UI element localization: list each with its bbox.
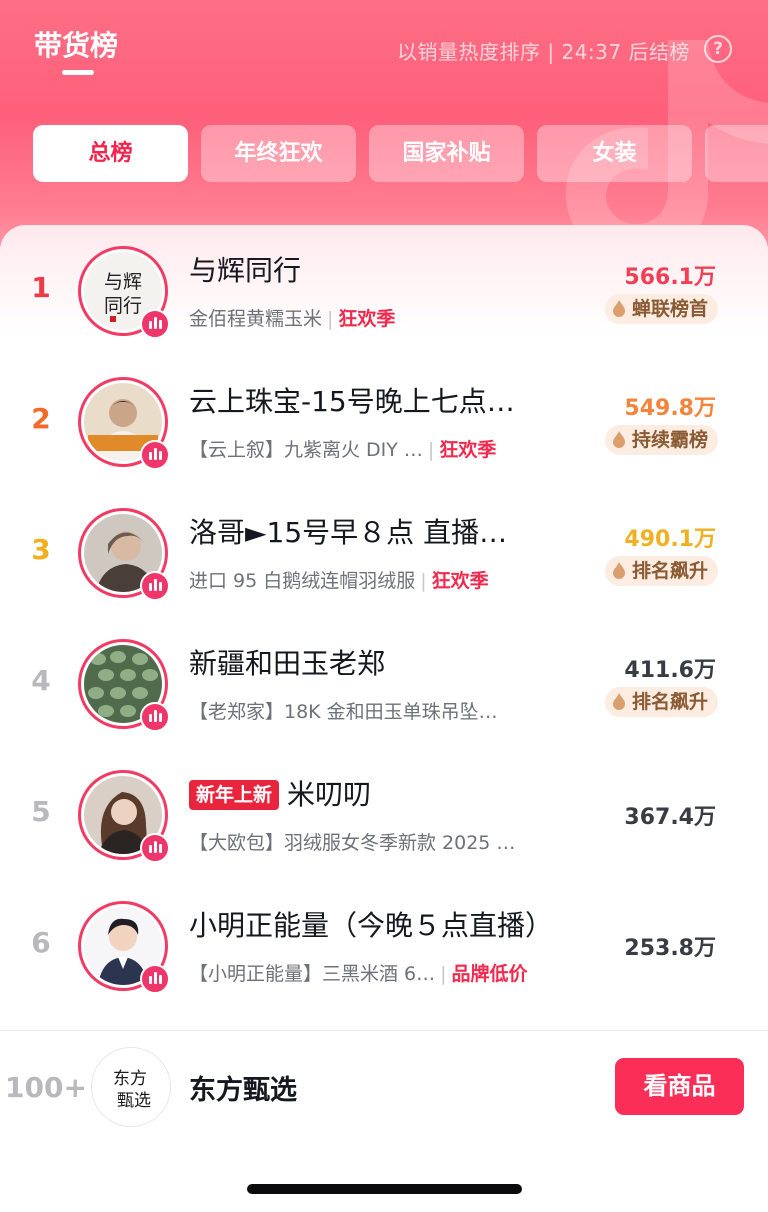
price-tag: 品牌低价 bbox=[451, 963, 528, 985]
footer-avatar[interactable]: 东方 甄选 bbox=[91, 1047, 171, 1127]
product-info: 【小明正能量】三黑米酒 6… | 品牌低价 bbox=[189, 959, 589, 986]
tab-year-end-carnival[interactable]: 年终狂欢 bbox=[201, 125, 356, 182]
divider: | bbox=[427, 439, 435, 461]
ranking-list: 1 与辉 同行 与辉同行 金佰程黄糯玉米|狂欢季 566.1万 蝉联榜首 2 bbox=[0, 225, 768, 1011]
svg-text:东方: 东方 bbox=[113, 1069, 147, 1089]
rank-status-badge: 排名飙升 bbox=[604, 687, 718, 717]
live-icon bbox=[140, 571, 170, 601]
rank-number: 4 bbox=[31, 664, 51, 697]
live-icon bbox=[140, 309, 170, 339]
rank-number: 3 bbox=[31, 533, 51, 566]
ranking-row[interactable]: 3 洛哥►15号早８点 直播… 进口 95 白鹅绒连帽羽绒服 | 狂欢季 490.1… bbox=[0, 487, 768, 618]
streamer-name: 米叨叨 bbox=[287, 778, 372, 811]
flame-icon bbox=[612, 300, 625, 317]
flame-icon bbox=[612, 562, 625, 579]
category-tabs: 总榜年终狂欢国家补贴女装珠 bbox=[33, 125, 768, 183]
product-name: 【云上叙】九紫离火 DIY … bbox=[189, 439, 423, 461]
footer-streamer-name: 东方甄选 bbox=[189, 1075, 297, 1106]
rank-status-badge: 蝉联榜首 bbox=[604, 294, 718, 324]
badge-label: 排名飙升 bbox=[631, 691, 708, 713]
sales-heat-value: 566.1万 bbox=[624, 265, 716, 290]
page-title: 带货榜 bbox=[34, 29, 119, 62]
svg-text:同行: 同行 bbox=[104, 295, 142, 317]
live-icon bbox=[140, 833, 170, 863]
product-info: 进口 95 白鹅绒连帽羽绒服 | 狂欢季 bbox=[189, 566, 589, 593]
event-tag: 狂欢季 bbox=[439, 439, 497, 461]
view-products-button[interactable]: 看商品 bbox=[615, 1058, 744, 1115]
product-name: 【大欧包】羽绒服女冬季新款 2025 … bbox=[189, 832, 516, 854]
help-icon[interactable]: ? bbox=[704, 35, 732, 63]
product-name: 进口 95 白鹅绒连帽羽绒服 bbox=[189, 570, 416, 592]
product-name: 金佰程黄糯玉米 bbox=[189, 308, 323, 330]
dongfang-logo: 东方 甄选 bbox=[92, 1048, 170, 1126]
product-info: 【云上叙】九紫离火 DIY … | 狂欢季 bbox=[189, 435, 589, 462]
my-rank-footer: 100+ 东方 甄选 东方甄选 看商品 bbox=[0, 1031, 768, 1146]
streamer-name: 与辉同行 bbox=[189, 254, 302, 287]
tab-national-subsidy[interactable]: 国家补贴 bbox=[369, 125, 524, 182]
streamer-name-line: 新年上新 米叨叨 bbox=[189, 773, 579, 813]
ranking-row[interactable]: 5 新年上新 米叨叨 【大欧包】羽绒服女冬季新款 2025 … 367.4万 bbox=[0, 749, 768, 880]
divider: | bbox=[420, 570, 427, 592]
svg-text:甄选: 甄选 bbox=[117, 1091, 151, 1111]
event-tag: 狂欢季 bbox=[431, 570, 489, 592]
live-icon bbox=[140, 440, 170, 470]
title-underline bbox=[62, 70, 94, 75]
flame-icon bbox=[612, 693, 625, 710]
sales-heat-value: 411.6万 bbox=[624, 658, 716, 683]
streamer-name: 云上珠宝-15号晚上七点… bbox=[189, 385, 515, 418]
ranking-row[interactable]: 2 云上珠宝-15号晚上七点… 【云上叙】九紫离火 DIY … | 狂欢季 549.… bbox=[0, 356, 768, 487]
ranking-row[interactable]: 6 小明正能量（今晚５点直播） 【小明正能量】三黑米酒 6… | 品牌低价 253.… bbox=[0, 880, 768, 1011]
streamer-name: 小明正能量（今晚５点直播） bbox=[189, 909, 554, 942]
product-info: 金佰程黄糯玉米 | 狂欢季 bbox=[189, 304, 589, 331]
home-indicator[interactable] bbox=[247, 1184, 522, 1194]
rank-status-badge: 持续霸榜 bbox=[604, 425, 718, 455]
sales-heat-value: 253.8万 bbox=[624, 936, 716, 961]
live-icon bbox=[140, 702, 170, 732]
ranking-rule-note: 以销量热度排序 | 24:37 后结榜 bbox=[397, 40, 690, 64]
rank-status-badge: 排名飙升 bbox=[604, 556, 718, 586]
event-tag: 狂欢季 bbox=[338, 308, 396, 330]
streamer-name: 洛哥►15号早８点 直播… bbox=[189, 516, 508, 549]
sales-heat-value: 549.8万 bbox=[624, 396, 716, 421]
tab-jewelry[interactable]: 珠 bbox=[705, 125, 768, 182]
title-bar: 带货榜 以销量热度排序 | 24:37 后结榜 ? bbox=[0, 0, 768, 100]
flame-icon bbox=[612, 431, 625, 448]
ranking-row[interactable]: 4 新疆和田玉老郑 【老郑家】18K 金和田玉单珠吊坠… 411.6万 排名飙升 bbox=[0, 618, 768, 749]
badge-label: 持续霸榜 bbox=[631, 429, 708, 451]
rank-number: 6 bbox=[31, 926, 51, 959]
badge-label: 排名飙升 bbox=[631, 560, 708, 582]
product-name: 【老郑家】18K 金和田玉单珠吊坠… bbox=[189, 701, 498, 723]
rank-number: 2 bbox=[31, 402, 51, 435]
new-arrival-tag: 新年上新 bbox=[189, 780, 280, 810]
sales-heat-value: 490.1万 bbox=[624, 527, 716, 552]
rank-number: 1 bbox=[31, 271, 51, 304]
streamer-name: 新疆和田玉老郑 bbox=[189, 647, 386, 680]
svg-text:与辉: 与辉 bbox=[104, 271, 142, 293]
live-icon bbox=[140, 964, 170, 994]
product-name: 【小明正能量】三黑米酒 6… bbox=[189, 963, 436, 985]
divider: | bbox=[327, 308, 334, 330]
ranking-row[interactable]: 1 与辉 同行 与辉同行 金佰程黄糯玉米 | 狂欢季 566.1万 蝉联榜首 bbox=[0, 225, 768, 356]
tab-womens-clothing[interactable]: 女装 bbox=[537, 125, 692, 182]
rank-number: 5 bbox=[31, 795, 51, 828]
tab-overall[interactable]: 总榜 bbox=[33, 125, 188, 182]
badge-label: 蝉联榜首 bbox=[631, 298, 708, 320]
footer-rank-number: 100+ bbox=[5, 1071, 87, 1104]
divider: | bbox=[440, 963, 447, 985]
sales-heat-value: 367.4万 bbox=[624, 805, 716, 830]
